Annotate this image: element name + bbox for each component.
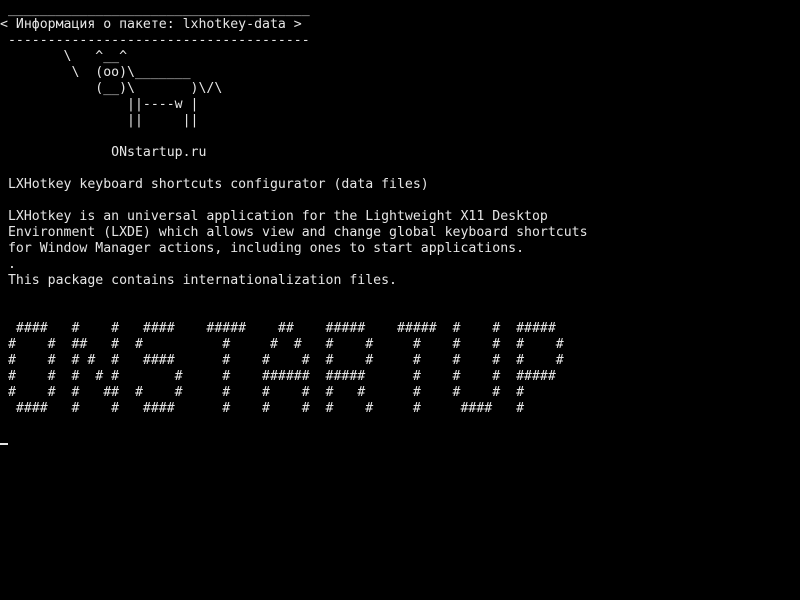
text-cursor bbox=[0, 443, 8, 445]
package-description-line: Environment (LXDE) which allows view and… bbox=[0, 225, 588, 240]
site-label: ONstartup.ru bbox=[0, 145, 207, 160]
cow-art-line: (__)\ )\/\ bbox=[0, 81, 223, 96]
onstart-banner-line: # # # ## # # # # # # # # # # # bbox=[0, 385, 525, 400]
cow-art-line: \ ^__^ bbox=[0, 49, 128, 64]
package-description-line: . bbox=[0, 257, 16, 272]
speech-bubble-text: < Информация о пакете: lxhotkey-data > bbox=[0, 17, 302, 32]
package-description-line: This package contains internationalizati… bbox=[0, 273, 397, 288]
onstart-banner-line: # # # # # #### # # # # # # # # # # bbox=[0, 353, 564, 368]
onstart-banner-line: # # ## # # # # # # # # # # # # bbox=[0, 337, 564, 352]
package-description-line: LXHotkey is an universal application for… bbox=[0, 209, 548, 224]
cow-art-line: \ (oo)\_______ bbox=[0, 65, 191, 80]
onstart-banner-line: #### # # #### ##### ## ##### ##### # # #… bbox=[0, 321, 556, 336]
package-description-line: for Window Manager actions, including on… bbox=[0, 241, 525, 256]
cow-art-line: ||----w | bbox=[0, 97, 199, 112]
terminal-screen[interactable]: ______________________________________ <… bbox=[0, 0, 800, 600]
speech-bubble-bottom-border: -------------------------------------- bbox=[0, 33, 310, 48]
package-summary: LXHotkey keyboard shortcuts configurator… bbox=[0, 177, 429, 192]
onstart-banner-line: #### # # #### # # # # # # #### # bbox=[0, 401, 525, 416]
speech-bubble-top-border: ______________________________________ bbox=[0, 2, 310, 17]
cow-art-line: || || bbox=[0, 113, 199, 128]
onstart-banner-line: # # # # # # # ###### ##### # # # ##### bbox=[0, 369, 556, 384]
